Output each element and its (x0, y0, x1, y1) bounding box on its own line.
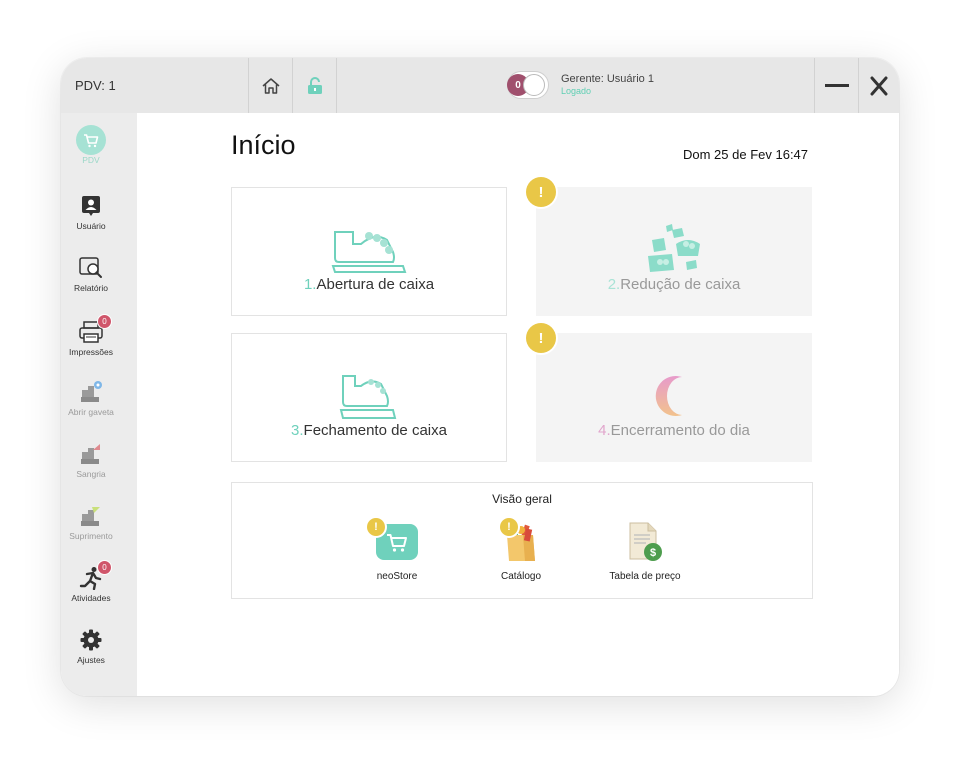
user-info: Gerente: Usuário 1 Logado (561, 73, 654, 97)
sidebar-item-label: Atividades (71, 593, 111, 603)
card-label: 3.Fechamento de caixa (232, 422, 506, 439)
overview-item-catalogo[interactable]: ! Catálogo (471, 518, 571, 582)
overview-item-neostore[interactable]: ! neoStore (347, 518, 447, 582)
minimize-icon (824, 83, 849, 87)
divider (336, 58, 337, 113)
card-icon-wrap (537, 222, 811, 278)
unlock-icon (307, 76, 322, 94)
card-icon-wrap (232, 368, 506, 424)
sidebar-item-ajustes[interactable]: Ajustes (61, 627, 121, 665)
home-icon (262, 77, 279, 94)
sidebar-item-relatorio[interactable]: Relatório (61, 255, 121, 293)
sidebar-item-pdv[interactable]: PDV (61, 125, 121, 165)
user-status-area: 0 Gerente: Usuário 1 Logado (507, 71, 654, 99)
settings-icon-wrap (61, 627, 121, 653)
overview-icon-wrap: ! (471, 518, 571, 565)
gear-icon (80, 629, 102, 651)
user-icon (82, 196, 100, 216)
card-label: 1.Abertura de caixa (232, 276, 506, 293)
sidebar-item-label: Suprimento (69, 531, 113, 541)
suprimento-icon-wrap (61, 503, 121, 529)
sidebar-item-label: PDV (82, 155, 100, 165)
page-title: Início (231, 130, 296, 160)
sidebar-item-sangria[interactable]: Sangria (61, 441, 121, 479)
moon-icon (655, 376, 682, 416)
current-datetime: Dom 25 de Fev 16:47 (683, 147, 809, 162)
printer-icon-wrap: 0 (61, 314, 121, 345)
card-reducao-de-caixa[interactable]: 2.Redução de caixa (536, 187, 812, 316)
warning-badge: ! (526, 177, 556, 207)
sidebar-item-atividades[interactable]: 0 Atividades (61, 560, 121, 603)
sidebar-item-label: Impressões (69, 347, 113, 357)
card-number: 3. (291, 422, 304, 439)
cash-register-icon (648, 224, 700, 272)
sidebar-item-suprimento[interactable]: Suprimento (61, 503, 121, 541)
overview-icon-wrap: ! (347, 518, 447, 565)
sidebar-item-label: Relatório (73, 283, 109, 293)
user-status: Logado (561, 86, 592, 96)
lock-button[interactable] (293, 58, 336, 113)
overview-item-label: Tabela de preço (609, 571, 681, 582)
warning-badge: ! (367, 518, 385, 536)
cash-register-icon (331, 231, 407, 273)
card-number: 4. (598, 422, 611, 439)
price-table-icon: $ (629, 522, 662, 561)
open-drawer-icon-wrap (61, 379, 121, 405)
sidebar-item-usuario[interactable]: Usuário (61, 193, 121, 231)
card-fechamento-de-caixa[interactable]: 3.Fechamento de caixa (231, 333, 507, 462)
print-count-badge: 0 (97, 314, 112, 329)
activities-count-badge: 0 (97, 560, 112, 575)
card-label: 2.Redução de caixa (537, 276, 811, 293)
overview-item-label: neoStore (376, 571, 418, 582)
sidebar-item-label: Usuário (76, 221, 106, 231)
close-icon (870, 76, 888, 95)
card-title: Fechamento de caixa (303, 422, 447, 439)
card-number: 2. (607, 276, 621, 293)
overview-item-tabela-de-preco[interactable]: $ Tabela de preço (595, 519, 695, 582)
main-content: Início Dom 25 de Fev 16:47 1.Abertura de… (137, 113, 899, 696)
overview-title: Visão geral (492, 492, 552, 506)
card-title: Encerramento do dia (610, 422, 750, 439)
activities-icon-wrap: 0 (61, 560, 121, 591)
sidebar-item-abrir-gaveta[interactable]: Abrir gaveta (61, 379, 121, 417)
pdv-label: PDV: 1 (75, 78, 116, 93)
cash-drawer-icon (81, 444, 100, 464)
card-number: 1. (303, 276, 317, 293)
overview-icon-wrap: $ (595, 519, 695, 565)
pdv-icon-wrap (61, 125, 121, 155)
warning-badge: ! (500, 518, 518, 536)
cash-drawer-icon (81, 507, 100, 526)
warning-badge: ! (526, 323, 556, 353)
pos-window: PDV: 1 0 Gerente: Usuário 1 Logado PDV U… (61, 58, 899, 696)
cash-drawer-icon (81, 381, 102, 402)
close-button[interactable] (859, 58, 899, 113)
top-bar: PDV: 1 0 Gerente: Usuário 1 Logado (61, 58, 899, 113)
card-title: Redução de caixa (620, 276, 741, 293)
sidebar-item-label: Ajustes (77, 655, 105, 665)
sidebar-item-impressoes[interactable]: 0 Impressões (61, 314, 121, 357)
sidebar-item-label: Abrir gaveta (68, 407, 114, 417)
card-encerramento-do-dia[interactable]: 4.Encerramento do dia (536, 333, 812, 462)
overview-item-label: Catálogo (500, 571, 542, 582)
card-icon-wrap (232, 222, 506, 278)
user-toggle[interactable]: 0 (507, 71, 549, 99)
cash-register-icon (339, 375, 397, 419)
svg-text:$: $ (650, 547, 656, 559)
toggle-ring (523, 74, 545, 96)
card-label: 4.Encerramento do dia (537, 422, 811, 439)
minimize-button[interactable] (815, 58, 858, 113)
card-title: Abertura de caixa (316, 276, 435, 293)
overview-panel: Visão geral ! neoStore ! Catálogo $ Tabe… (231, 482, 813, 599)
user-icon-wrap (61, 193, 121, 219)
sidebar: PDV Usuário Relatório 0 Impressões Abrir… (61, 113, 137, 696)
card-icon-wrap (537, 368, 811, 424)
cart-icon (76, 125, 106, 155)
sidebar-item-label: Sangria (76, 469, 106, 479)
report-icon (79, 257, 102, 278)
home-button[interactable] (249, 58, 292, 113)
card-abertura-de-caixa[interactable]: 1.Abertura de caixa (231, 187, 507, 316)
report-icon-wrap (61, 255, 121, 281)
sangria-icon-wrap (61, 441, 121, 467)
user-name: Gerente: Usuário 1 (561, 73, 654, 85)
